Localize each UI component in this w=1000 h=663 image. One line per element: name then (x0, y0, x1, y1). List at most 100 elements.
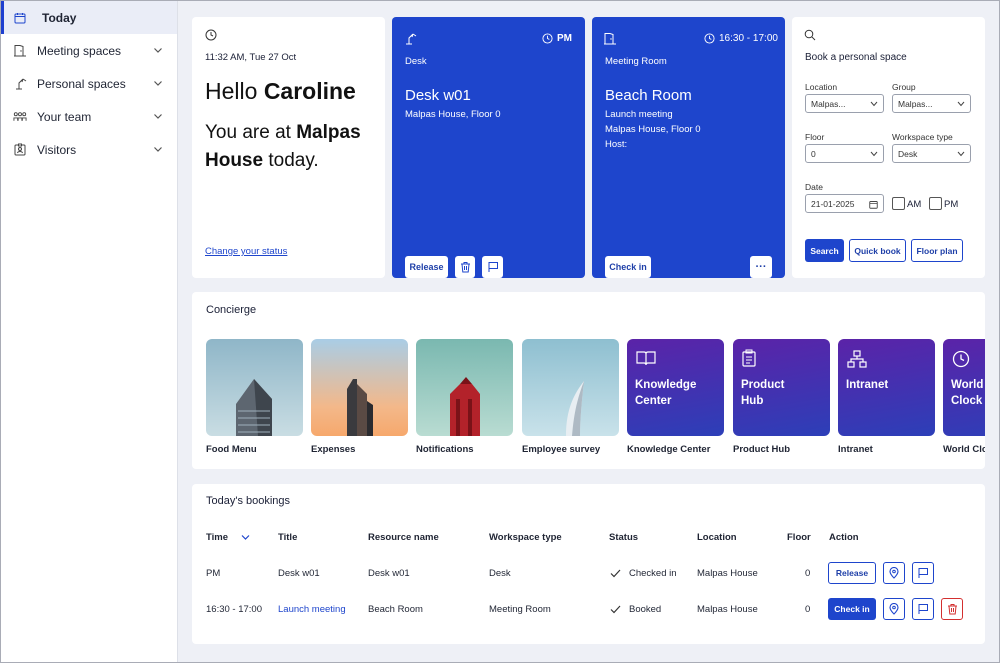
floor-select[interactable]: 0 (805, 144, 884, 163)
sidebar-item-label: Your team (37, 109, 92, 124)
location-prefix: You are at (205, 122, 291, 143)
row2-check-in-button[interactable]: Check in (828, 598, 876, 620)
tile-product-hub[interactable]: Product Hub (733, 339, 830, 436)
door-icon (604, 33, 616, 45)
calendar-icon (869, 201, 878, 209)
am-label: AM (907, 199, 922, 210)
group-select-value: Malpas... (898, 98, 933, 109)
visitor-badge-icon (13, 143, 27, 157)
row2-location: Malpas House (697, 604, 758, 615)
tile-intranet[interactable]: Intranet (838, 339, 935, 436)
tile-text-line: Center (635, 395, 672, 407)
row1-status: Checked in (629, 568, 677, 579)
chevron-down-icon (154, 114, 162, 119)
row2-floor: 0 (805, 604, 811, 615)
location-suffix: today. (268, 150, 319, 171)
check-icon (610, 569, 621, 578)
row1-title: Desk w01 (278, 568, 320, 579)
row1-map-button[interactable] (883, 562, 905, 584)
tile-expenses[interactable] (311, 339, 408, 436)
tile-notifications[interactable] (416, 339, 513, 436)
chevron-down-icon (154, 81, 162, 86)
quick-book-button[interactable]: Quick book (849, 239, 906, 262)
sidebar-item-visitors[interactable]: Visitors (1, 133, 177, 166)
date-input[interactable]: 21-01-2025 (805, 194, 884, 213)
column-header-floor: Floor (787, 532, 811, 543)
tile-text: World Clock (951, 377, 983, 409)
desk-time: PM (557, 33, 572, 44)
tile-world-clock[interactable]: World Clock (943, 339, 985, 436)
column-header-workspace-type: Workspace type (489, 532, 562, 543)
group-select[interactable]: Malpas... (892, 94, 971, 113)
tile-text: Knowledge Center (635, 377, 696, 409)
column-header-status: Status (609, 532, 639, 543)
floor-select-value: 0 (811, 148, 816, 159)
row2-report-button[interactable] (912, 598, 934, 620)
am-checkbox[interactable] (892, 197, 905, 210)
location-label: Location (805, 82, 838, 92)
calendar-icon (13, 11, 27, 25)
clock-icon (205, 29, 217, 41)
sidebar-item-label: Meeting spaces (37, 43, 122, 58)
row1-workspace: Desk (489, 568, 511, 579)
column-header-action: Action (829, 532, 859, 543)
chevron-down-icon (870, 151, 878, 157)
team-icon (13, 110, 27, 124)
sidebar-item-label: Visitors (37, 142, 77, 157)
workspace-type-select[interactable]: Desk (892, 144, 971, 163)
chevron-down-icon (154, 147, 162, 152)
row2-map-button[interactable] (883, 598, 905, 620)
room-meeting-name: Launch meeting (605, 109, 673, 120)
welcome-card: 11:32 AM, Tue 27 Oct Hello Caroline You … (192, 17, 385, 278)
floor-plan-button[interactable]: Floor plan (911, 239, 963, 262)
trash-icon (947, 604, 957, 615)
tile-knowledge-center[interactable]: Knowledge Center (627, 339, 724, 436)
desk-lamp-icon (406, 33, 417, 45)
curved-tower-image (566, 381, 584, 436)
check-in-button[interactable]: Check in (605, 256, 651, 278)
desk-title: Desk w01 (405, 87, 471, 104)
release-button[interactable]: Release (405, 256, 448, 278)
desk-type: Desk (405, 56, 427, 67)
report-button[interactable] (482, 256, 503, 278)
sidebar-item-meeting-spaces[interactable]: Meeting spaces (1, 34, 177, 67)
concierge-title: Concierge (206, 304, 257, 316)
row1-location: Malpas House (697, 568, 758, 579)
current-location: Malpas (296, 122, 361, 143)
chevron-down-icon (957, 151, 965, 157)
tile-text-line: Knowledge (635, 379, 697, 391)
date-label: Date (805, 182, 823, 192)
pm-checkbox[interactable] (929, 197, 942, 210)
row2-title-link[interactable]: Launch meeting (278, 604, 346, 615)
tile-employee-survey[interactable] (522, 339, 619, 436)
more-options-button[interactable]: ··· (750, 256, 772, 278)
booking-form-title: Book a personal space (805, 52, 907, 63)
column-header-time[interactable]: Time (206, 532, 250, 543)
delete-button[interactable] (455, 256, 475, 278)
column-header-title: Title (278, 532, 298, 543)
sidebar-item-personal-spaces[interactable]: Personal spaces (1, 67, 177, 100)
map-pin-icon (889, 603, 899, 615)
row1-floor: 0 (805, 568, 811, 579)
sidebar-item-your-team[interactable]: Your team (1, 100, 177, 133)
row1-release-button[interactable]: Release (828, 562, 876, 584)
flag-icon (918, 604, 928, 614)
column-header-resource: Resource name (368, 532, 439, 543)
sidebar: Today Meeting spaces Personal spaces You… (1, 1, 178, 662)
tile-food-menu[interactable] (206, 339, 303, 436)
clock-icon (952, 350, 970, 368)
tower-image (347, 379, 373, 436)
change-status-link[interactable]: Change your status (205, 246, 287, 257)
trash-icon (460, 262, 470, 273)
row2-delete-button[interactable] (941, 598, 963, 620)
flag-icon (918, 568, 928, 578)
sidebar-item-today[interactable]: Today (1, 1, 177, 34)
search-button[interactable]: Search (805, 239, 844, 262)
row1-report-button[interactable] (912, 562, 934, 584)
location-select[interactable]: Malpas... (805, 94, 884, 113)
column-header-location: Location (697, 532, 737, 543)
clock-icon (704, 33, 715, 44)
tile-text-line: Product (741, 379, 785, 391)
location-message: You are at Malpas House today. (205, 119, 380, 175)
clipboard-icon (742, 349, 756, 367)
